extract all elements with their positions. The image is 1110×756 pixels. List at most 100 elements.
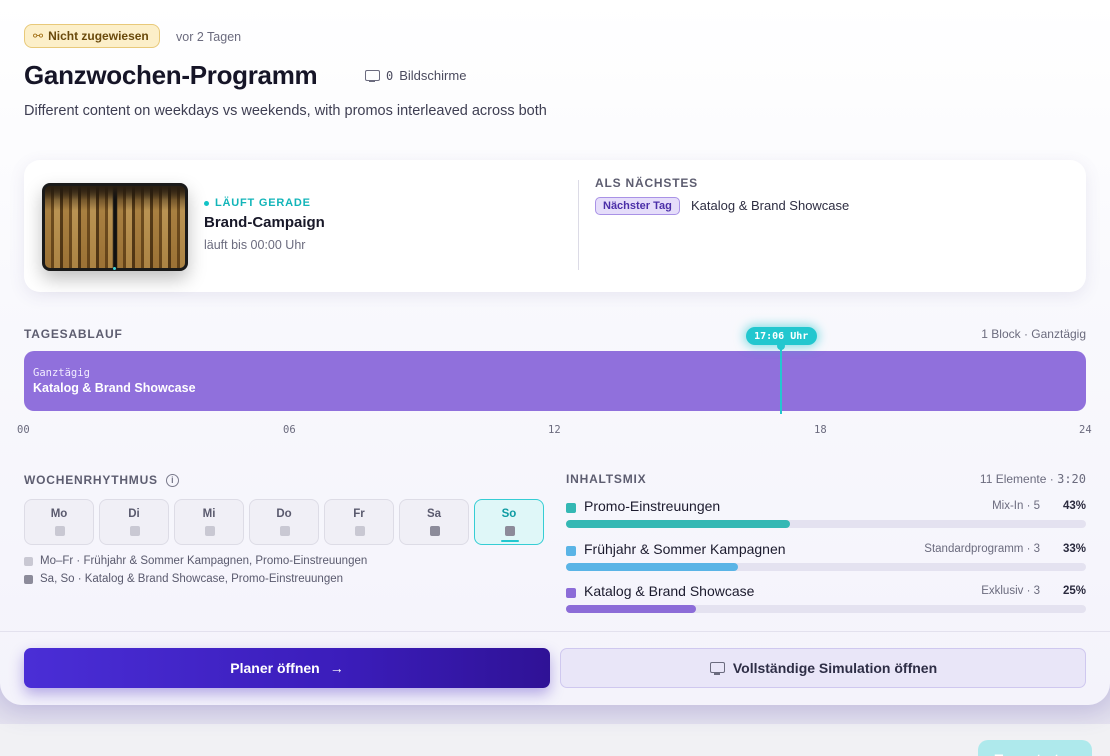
- live-indicator: LÄUFT GERADE: [204, 197, 311, 209]
- mix-item-track: [566, 563, 1086, 571]
- day-button-do[interactable]: Do: [249, 499, 319, 545]
- timeline-tick: 06: [283, 424, 296, 436]
- mix-swatch: [566, 503, 576, 513]
- mix-item-kind: Standardprogramm · 3: [924, 543, 1040, 555]
- day-button-so[interactable]: So: [474, 499, 544, 545]
- time-ago: vor 2 Tagen: [176, 30, 242, 44]
- current-content-title: Brand-Campaign: [204, 214, 325, 231]
- mix-item-name: Katalog & Brand Showcase: [584, 583, 755, 599]
- screens-count-value: 0: [386, 68, 394, 83]
- day-indicator: [280, 526, 290, 536]
- next-day-tag: Nächster Tag: [595, 197, 680, 215]
- mix-item-percent: 25%: [1062, 585, 1086, 597]
- day-button-sa[interactable]: Sa: [399, 499, 469, 545]
- day-label: Fr: [353, 508, 365, 520]
- monitor-icon: [364, 69, 380, 83]
- active-day-underline: [501, 540, 519, 542]
- legend-text: Sa, So · Katalog & Brand Showcase, Promo…: [40, 573, 344, 585]
- day-label: Sa: [426, 508, 442, 520]
- current-content-until: läuft bis 00:00 Uhr: [204, 238, 306, 252]
- day-label: Do: [276, 508, 292, 520]
- day-indicator: [55, 526, 65, 536]
- day-button-di[interactable]: Di: [99, 499, 169, 545]
- info-icon[interactable]: i: [165, 473, 179, 487]
- timeline-tick: 24: [1079, 424, 1092, 436]
- current-time-pill: 17:06 Uhr: [745, 327, 817, 345]
- day-label: Di: [128, 508, 140, 520]
- timeline-block[interactable]: Ganztägig Katalog & Brand Showcase: [24, 351, 1086, 411]
- status-badge: ⚯ Nicht zugewiesen: [24, 24, 160, 48]
- day-indicator: [355, 526, 365, 536]
- mix-item-percent: 33%: [1062, 543, 1086, 555]
- live-label: LÄUFT GERADE: [215, 197, 311, 209]
- week-legend-weekdays: Mo–Fr · Frühjahr & Sommer Kampagnen, Pro…: [24, 555, 367, 567]
- next-label: ALS NÄCHSTES: [595, 176, 698, 190]
- status-badge-label: Nicht zugewiesen: [48, 29, 149, 43]
- content-mix-count: 11 Elemente ·: [979, 472, 1054, 486]
- mix-item-kind: Exklusiv · 3: [981, 585, 1040, 597]
- timeline-tick: 12: [548, 424, 561, 436]
- mix-item-name: Promo-Einstreuungen: [584, 498, 721, 514]
- schedule-card: ⚯ Nicht zugewiesen vor 2 Tagen Ganzwoche…: [0, 0, 1110, 705]
- content-mix-duration: 3:20: [1057, 472, 1086, 486]
- day-label: So: [501, 508, 517, 520]
- mix-swatch: [566, 588, 576, 598]
- screens-count: 0 Bildschirme: [364, 68, 466, 83]
- next-content-title: Katalog & Brand Showcase: [691, 198, 850, 213]
- mix-item-track: [566, 520, 1086, 528]
- day-button-mi[interactable]: Mi: [174, 499, 244, 545]
- week-rhythm-heading: WOCHENRHYTHMUS i: [24, 473, 179, 487]
- mix-item-kind: Mix-In · 5: [992, 500, 1040, 512]
- mix-item: Promo-Einstreuungen Mix-In · 5 43%: [566, 498, 1086, 532]
- mix-item-fill: [566, 520, 790, 528]
- live-dot-icon: [204, 200, 209, 206]
- open-simulation-button[interactable]: Vollständige Simulation öffnen: [560, 648, 1086, 688]
- monitor-icon: [709, 661, 725, 675]
- page-title: Ganzwochen-Programm: [24, 60, 318, 90]
- day-button-fr[interactable]: Fr: [324, 499, 394, 545]
- day-label: Mo: [50, 508, 68, 520]
- legend-swatch: [24, 556, 33, 566]
- timeline-tick: 00: [17, 424, 30, 436]
- bottom-bar: [0, 724, 1110, 756]
- mix-swatch: [566, 546, 576, 556]
- weekday-selector: Mo Di Mi Do Fr Sa So: [24, 499, 544, 545]
- day-button-mo[interactable]: Mo: [24, 499, 94, 545]
- content-thumbnail[interactable]: [42, 183, 188, 271]
- open-simulation-label: Vollständige Simulation öffnen: [732, 660, 938, 676]
- legend-text: Mo–Fr · Frühjahr & Sommer Kampagnen, Pro…: [40, 555, 368, 567]
- tour-start-button[interactable]: Tour starten: [978, 740, 1092, 756]
- open-planner-label: Planer öffnen: [230, 660, 320, 676]
- timeline-meta: 1 Block · Ganztägig: [981, 327, 1086, 341]
- content-mix-meta: 11 Elemente · 3:20: [980, 472, 1086, 486]
- arrow-right-icon: →: [329, 660, 344, 676]
- screens-count-label: Bildschirme: [399, 68, 467, 83]
- now-playing-panel: LÄUFT GERADE Brand-Campaign läuft bis 00…: [24, 160, 1086, 292]
- day-label: Mi: [202, 508, 216, 520]
- mix-item-percent: 43%: [1062, 500, 1086, 512]
- open-planner-button[interactable]: Planer öffnen →: [24, 648, 550, 688]
- timeline-tick: 18: [814, 424, 827, 436]
- mix-item: Katalog & Brand Showcase Exklusiv · 3 25…: [566, 583, 1086, 617]
- day-indicator: [505, 526, 515, 536]
- timeline-block-sub: Ganztägig: [33, 367, 90, 379]
- page-description: Different content on weekdays vs weekend…: [24, 103, 547, 119]
- day-indicator: [130, 526, 140, 536]
- mix-item-track: [566, 605, 1086, 613]
- day-indicator: [430, 526, 440, 536]
- timeline-label: TAGESABLAUF: [24, 327, 123, 341]
- thumbnail-indicator: [113, 267, 116, 270]
- mix-item-name: Frühjahr & Sommer Kampagnen: [584, 541, 786, 557]
- timeline-block-title: Katalog & Brand Showcase: [33, 381, 196, 395]
- legend-swatch: [24, 574, 33, 584]
- unlink-icon: ⚯: [33, 29, 44, 43]
- day-indicator: [205, 526, 215, 536]
- divider: [578, 180, 579, 270]
- content-mix-label: INHALTSMIX: [566, 472, 647, 486]
- week-legend-weekend: Sa, So · Katalog & Brand Showcase, Promo…: [24, 573, 343, 585]
- thumbnail-image: [45, 186, 185, 268]
- mix-item-fill: [566, 605, 696, 613]
- mix-item: Frühjahr & Sommer Kampagnen Standardprog…: [566, 541, 1086, 575]
- mix-item-fill: [566, 563, 738, 571]
- footer-divider: [0, 631, 1110, 632]
